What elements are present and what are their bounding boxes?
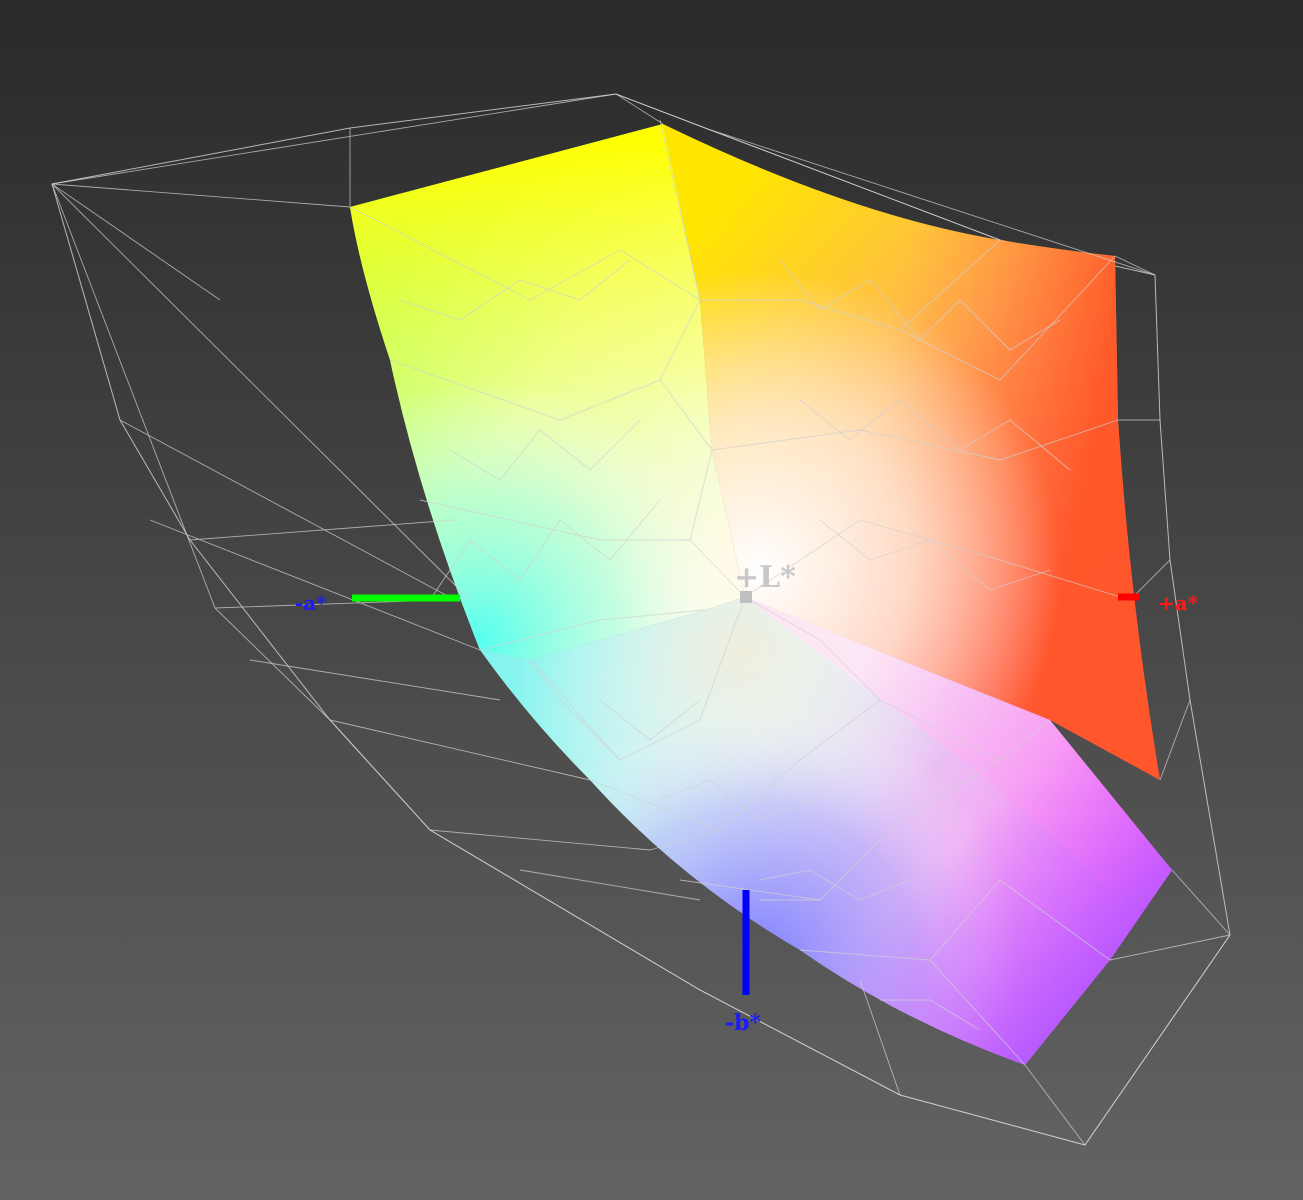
gamut-visualization: -a* +a* -b* +L* xyxy=(0,0,1303,1200)
gamut-canvas: -a* +a* -b* +L* xyxy=(0,0,1303,1200)
a-minus-label: -a* xyxy=(295,591,327,615)
l-plus-label: +L* xyxy=(734,560,796,595)
b-minus-label: -b* xyxy=(725,1010,762,1036)
a-plus-label: +a* xyxy=(1158,591,1199,615)
